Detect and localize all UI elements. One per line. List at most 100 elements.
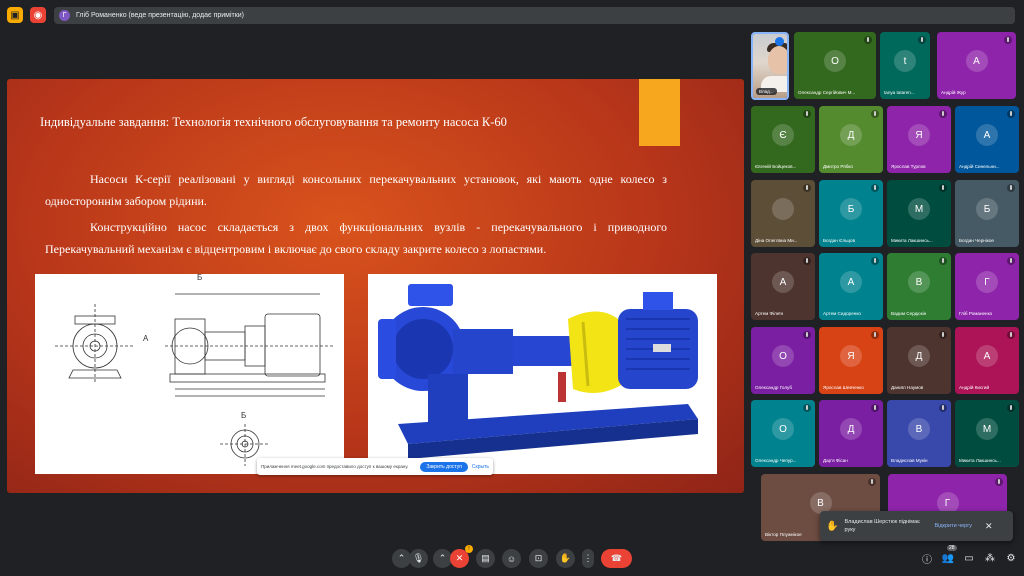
participant-tile[interactable]: Я Ярослав Турлов [887,106,951,173]
mic-off-icon [939,404,947,412]
participant-tile[interactable]: Б Богдан Єльцов [819,180,883,247]
presenter-avatar: Г [59,10,70,21]
participant-name: Ярослав Шевченко [823,385,864,390]
participant-tile[interactable]: Є Євгеній Бойцеков... [751,106,815,173]
participant-name: Артем Сидоренко [823,311,861,316]
participant-tile[interactable]: А Андрій Синельни... [955,106,1019,173]
participant-tile[interactable]: Д Дар'я Фісан [819,400,883,467]
mic-off-icon [1007,184,1015,192]
participant-name: Гліб Романенко [959,311,993,316]
close-icon[interactable]: ✕ [985,521,993,532]
stop-sharing-button[interactable]: Закрить доступ [420,461,468,472]
share-notice-text: Прилажчення meet.google.com предоставило… [261,464,409,469]
mic-off-icon [1007,110,1015,118]
participant-tile[interactable]: М Микита Лакшинсь... [887,180,951,247]
participant-tile[interactable]: О Олександр Голуб [751,327,815,394]
participant-tile[interactable]: А Андрій Кисгий [955,327,1019,394]
pump-photo [368,274,717,474]
raise-hand-icon[interactable]: ✋ [556,549,575,568]
participant-tile[interactable]: А Андрій Жур [937,32,1016,99]
mic-off-icon [871,110,879,118]
avatar: А [976,345,998,368]
pin-icon[interactable] [775,37,784,46]
participant-tile[interactable]: А Артем Філеїн [751,253,815,320]
participant-tile[interactable]: Діна Олеглвна Ми... [751,180,815,247]
drawing-label-a: А [143,334,149,343]
participant-tile[interactable]: А Артем Сидоренко [819,253,883,320]
people-icon[interactable]: 👥 [941,551,955,565]
camera-off-button[interactable]: ✕ ! [450,545,473,568]
participant-tile[interactable]: В Владислав Мукін [887,400,951,467]
mic-off-icon [868,478,876,486]
participant-tile[interactable]: В Вадим Сердюкін [887,253,951,320]
participant-name: Микита Лакшинсь... [959,458,1001,463]
avatar: М [908,198,930,221]
mic-off-icon [871,257,879,265]
record-icon[interactable]: ◉ [30,7,46,23]
participant-name: Артем Філеїн [755,311,784,316]
avatar: Я [908,124,930,147]
participant-tile[interactable]: Д Даниїл Наумов [887,327,951,394]
slide-paragraph-1: Насоси К-серії реалізовані у вигляді кон… [45,172,667,208]
info-icon[interactable]: ⓘ [920,551,934,566]
participant-name: Богдан Єльцов [823,238,856,243]
avatar: Я [840,345,862,368]
mic-off-icon [871,331,879,339]
participant-tile[interactable]: О Олександр Чепур... [751,400,815,467]
activities-icon[interactable]: ⁂ [983,551,997,565]
mic-off-icon [939,257,947,265]
microphone-icon[interactable]: 🎙 [409,549,428,568]
participant-tile[interactable]: Я Ярослав Шевченко [819,327,883,394]
avatar: Д [840,124,862,147]
avatar: Є [772,124,794,147]
mic-off-icon [939,331,947,339]
presenting-banner[interactable]: Г Гліб Романенко (веде презентацію, дода… [54,7,1015,24]
participant-tile[interactable]: Д Дмитро Рябко [819,106,883,173]
more-options-icon[interactable]: ⋮ [582,549,594,568]
mic-off-icon [1007,331,1015,339]
avatar [772,198,794,221]
hide-notice-link[interactable]: Скрыть [472,464,489,470]
participant-name: Владислав Мукін [891,458,928,463]
self-video-tile[interactable]: Влад... [751,32,789,100]
avatar: А [976,124,998,147]
mic-off-icon [871,184,879,192]
mic-off-icon [1007,404,1015,412]
avatar: Г [976,271,998,294]
mic-off-icon [803,404,811,412]
avatar: А [965,50,988,73]
host-controls-icon[interactable]: ⚙ [1004,551,1018,565]
emoji-icon[interactable]: ☺ [502,549,521,568]
mic-off-icon [1007,257,1015,265]
hand-icon: ✋ [826,520,839,532]
participant-name: Андрій Синельни... [959,164,1000,169]
leave-call-button[interactable]: ☎ [601,549,632,568]
participant-name: Дар'я Фісан [823,458,848,463]
participant-tile[interactable]: t tanya tataren... [880,32,930,99]
chat-icon[interactable]: ▭ [962,551,976,565]
participant-name: Євгеній Бойцеков... [755,164,797,169]
mic-off-icon [939,110,947,118]
open-queue-button[interactable]: Відкрити чергу [934,523,972,529]
presentation-icon[interactable]: ▣ [7,7,23,23]
participant-name: Олександр Голуб [755,385,793,390]
participant-tile[interactable]: М Микита Лакшинсь... [955,400,1019,467]
participant-tile[interactable]: Б Богдан Чернікое [955,180,1019,247]
avatar: А [772,271,794,294]
avatar: Б [976,198,998,221]
participant-name: Дмитро Рябко [823,164,853,169]
participant-name: Влад... [756,88,777,95]
captions-icon[interactable]: ▤ [476,549,495,568]
present-screen-icon[interactable]: ⊡ [529,549,548,568]
slide-paragraph-2: Конструкційно насос складається з двох ф… [45,220,667,256]
participant-name: Богдан Чернікое [959,238,994,243]
mic-off-icon [864,36,872,44]
top-bar: ▣ ◉ Г Гліб Романенко (веде презентацію, … [0,0,1024,30]
participant-tile[interactable]: О Олександр Сергійович М... [794,32,876,99]
participant-name: Андрій Жур [941,90,966,95]
toast-text: Владислав Шерстюк піднімає руку [844,519,920,533]
avatar: О [824,50,846,73]
mic-off-icon [995,478,1003,486]
participant-tile[interactable]: Г Гліб Романенко [955,253,1019,320]
notice-badge: ! [465,545,473,553]
